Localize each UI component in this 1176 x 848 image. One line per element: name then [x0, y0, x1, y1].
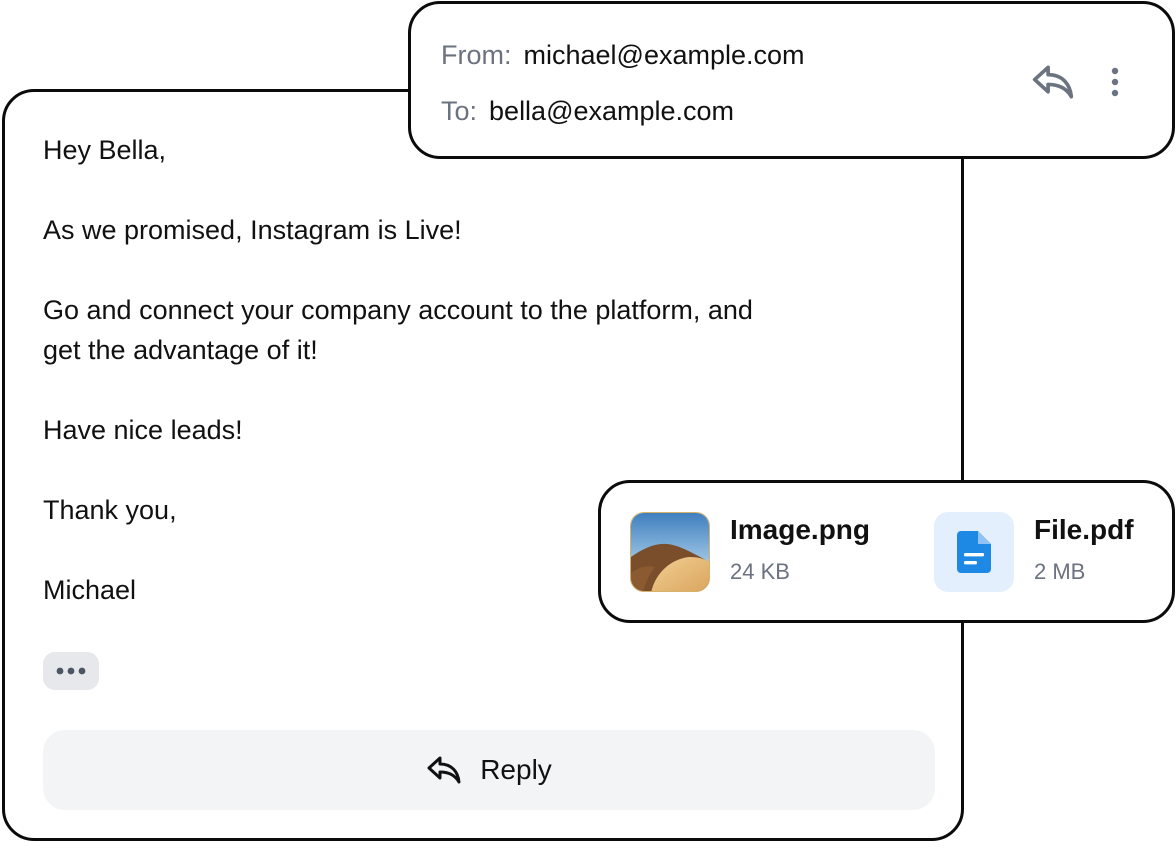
more-options-button[interactable]: [1103, 64, 1127, 100]
reply-icon: [1032, 65, 1074, 99]
attachment-name: File.pdf: [1034, 514, 1134, 545]
attachment-size: 24 KB: [730, 559, 790, 584]
to-row: To: bella@example.com: [441, 93, 734, 129]
attachment-name: Image.png: [730, 514, 871, 545]
email-header-card: From: michael@example.com To: bella@exampl…: [408, 1, 1175, 159]
attachment-size: 2 MB: [1034, 559, 1086, 584]
from-label: From:: [441, 40, 512, 70]
message-line: get the advantage of it!: [43, 335, 318, 365]
to-address: bella@example.com: [489, 96, 735, 126]
from-address: michael@example.com: [523, 40, 805, 70]
reply-button[interactable]: Reply: [43, 730, 935, 810]
from-row: From: michael@example.com: [441, 37, 805, 73]
signature-text: Michael: [43, 575, 137, 605]
reply-button-label: Reply: [480, 754, 552, 785]
header-reply-button[interactable]: [1031, 62, 1075, 102]
message-line: Have nice leads!: [43, 415, 243, 445]
greeting-text: Hey Bella,: [43, 135, 167, 165]
closing-text: Thank you,: [43, 495, 177, 525]
message-line: Go and connect your company account to t…: [43, 295, 753, 325]
to-label: To:: [441, 96, 478, 126]
reply-icon: [427, 756, 461, 784]
attachments-card: Image.png 24 KB File.pdf 2 MB: [598, 480, 1175, 623]
more-horizontal-icon: [56, 667, 86, 675]
image-thumbnail: [630, 512, 710, 592]
attachment-image[interactable]: Image.png 24 KB: [630, 512, 890, 592]
attachment-pdf[interactable]: File.pdf 2 MB: [934, 512, 1144, 592]
email-body-card: Hey Bella, As we promised, Instagram is …: [2, 89, 964, 841]
message-line: As we promised, Instagram is Live!: [43, 215, 462, 245]
document-icon: [957, 531, 991, 573]
more-vertical-icon: [1111, 67, 1119, 97]
file-thumbnail: [934, 512, 1014, 592]
show-trimmed-content-button[interactable]: [43, 652, 99, 690]
